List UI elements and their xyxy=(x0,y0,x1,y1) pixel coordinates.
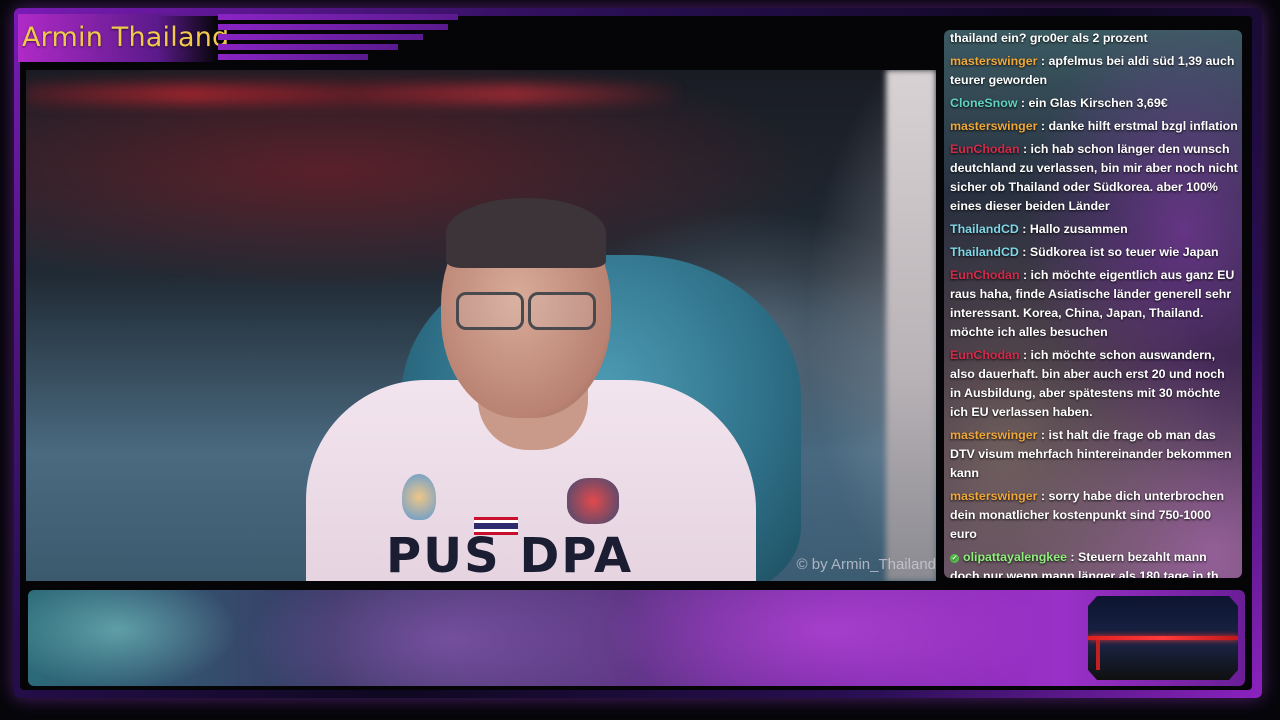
chat-message: masterswinger : sorry habe dich unterbro… xyxy=(944,486,1242,547)
chat-separator: : xyxy=(1019,268,1031,282)
camera-lights xyxy=(1088,636,1238,640)
chat-message: EunChodan : ich hab schon länger den wun… xyxy=(944,139,1242,219)
glasses-right-lens xyxy=(528,292,596,330)
chat-separator: : xyxy=(1066,550,1078,564)
chat-message: EunChodan : ich möchte schon auswandern,… xyxy=(944,345,1242,425)
chat-text: danke hilft erstmal bzgl inflation xyxy=(1048,119,1238,133)
chat-panel[interactable]: thailand ein? gro0er als 2 prozent master… xyxy=(944,30,1242,578)
chat-text: ein Glas Kirschen 3,69€ xyxy=(1028,96,1168,110)
chat-message: masterswinger : ist halt die frage ob ma… xyxy=(944,425,1242,486)
title-stripe xyxy=(218,54,368,60)
bottom-banner xyxy=(28,590,1245,686)
camera-post xyxy=(1096,640,1100,670)
webcam-video[interactable]: PUS DPA © by Armin_Thailand xyxy=(26,70,936,581)
chat-username[interactable]: EunChodan xyxy=(950,142,1020,156)
chat-message: ✓ olipattayalengkee : Steuern bezahlt man… xyxy=(944,547,1242,578)
title-stripe xyxy=(218,24,448,30)
title-stripe xyxy=(218,34,423,40)
chat-message: thailand ein? gro0er als 2 prozent xyxy=(944,30,1242,51)
glasses-left-lens xyxy=(456,292,524,330)
title-stripe xyxy=(218,14,458,20)
chat-username[interactable]: masterswinger xyxy=(950,119,1037,133)
chat-separator: : xyxy=(1019,142,1031,156)
chat-username[interactable]: masterswinger xyxy=(950,489,1037,503)
streamer-title: Armin Thailand xyxy=(22,22,230,53)
chat-message: CloneSnow : ein Glas Kirschen 3,69€ xyxy=(944,93,1242,116)
chat-separator: : xyxy=(1037,489,1049,503)
chat-message: masterswinger : danke hilft erstmal bzgl… xyxy=(944,116,1242,139)
chat-separator: : xyxy=(1037,428,1049,442)
person-hair xyxy=(446,198,606,268)
chat-username[interactable]: masterswinger xyxy=(950,428,1037,442)
chat-separator: : xyxy=(1037,54,1049,68)
chat-username[interactable]: ThailandCD xyxy=(950,245,1019,259)
chat-separator: : xyxy=(1018,245,1030,259)
chat-separator: : xyxy=(1018,222,1030,236)
chat-username[interactable]: masterswinger xyxy=(950,54,1037,68)
chat-username[interactable]: olipattayalengkee xyxy=(963,550,1067,564)
background-lights xyxy=(26,84,676,104)
background-panel xyxy=(886,70,936,581)
chat-message: EunChodan : ich möchte eigentlich aus ga… xyxy=(944,265,1242,345)
chat-username[interactable]: CloneSnow xyxy=(950,96,1017,110)
secondary-camera-preview xyxy=(1088,596,1238,680)
title-stripe xyxy=(218,44,398,50)
watermark: © by Armin_Thailand xyxy=(796,556,936,573)
shirt-logo-left xyxy=(402,474,436,520)
chat-separator: : xyxy=(1037,119,1049,133)
chat-separator: : xyxy=(1017,96,1029,110)
chat-text: Hallo zusammen xyxy=(1029,222,1128,236)
shirt-logo-right xyxy=(567,478,619,524)
chat-username[interactable]: EunChodan xyxy=(950,268,1020,282)
chat-message: ThailandCD : Südkorea ist so teuer wie J… xyxy=(944,242,1242,265)
verified-badge-icon: ✓ xyxy=(950,554,959,563)
chat-message: ThailandCD : Hallo zusammen xyxy=(944,219,1242,242)
chat-text: Südkorea ist so teuer wie Japan xyxy=(1029,245,1219,259)
title-banner: Armin Thailand xyxy=(18,14,458,68)
shirt-text: PUS DPA xyxy=(386,528,634,581)
chat-username[interactable]: EunChodan xyxy=(950,348,1020,362)
chat-message: masterswinger : apfelmus bei aldi süd 1,… xyxy=(944,51,1242,93)
chat-message-list: thailand ein? gro0er als 2 prozent master… xyxy=(944,30,1242,578)
chat-username[interactable]: ThailandCD xyxy=(950,222,1019,236)
chat-separator: : xyxy=(1019,348,1031,362)
chat-text: thailand ein? gro0er als 2 prozent xyxy=(950,31,1148,45)
